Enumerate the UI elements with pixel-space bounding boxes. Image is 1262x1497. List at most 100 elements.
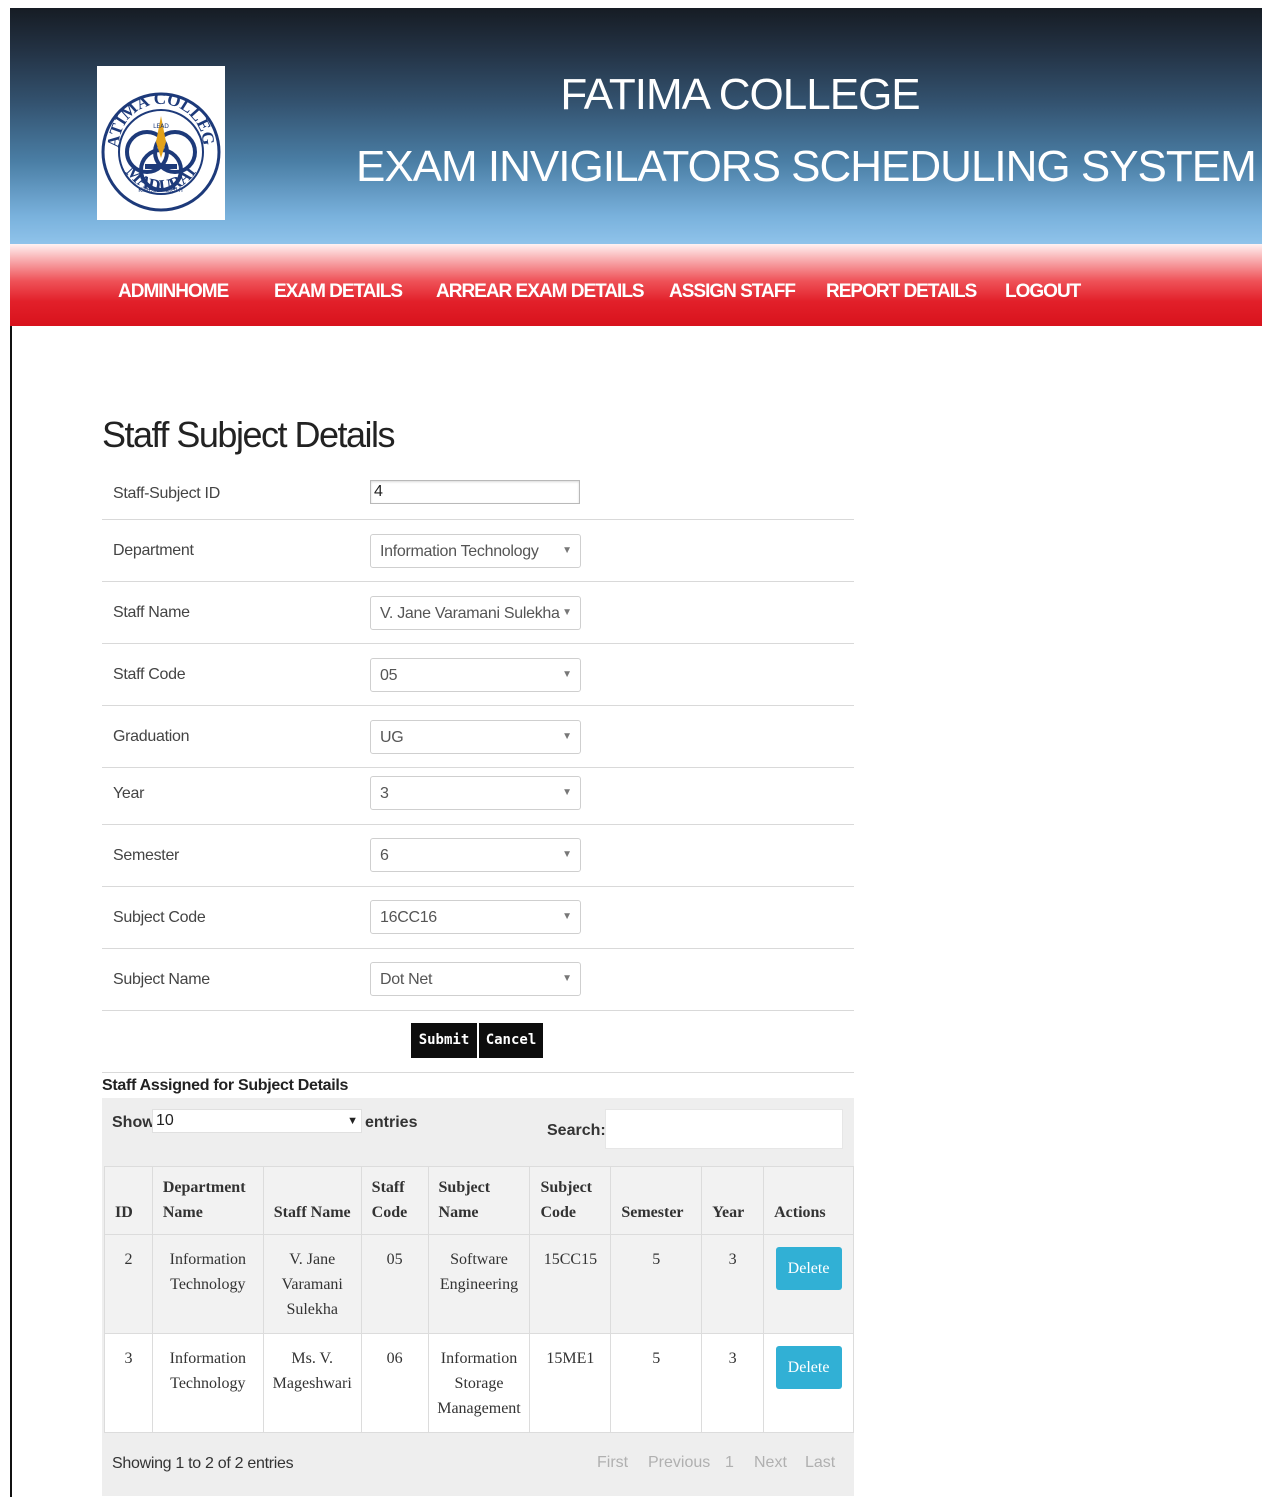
form-row-graduation: Graduation UG ▼ [102,706,854,768]
staff-code-value: 05 [380,667,398,684]
system-name: EXAM INVIGILATORS SCHEDULING SYSTEM [356,142,1257,191]
entries-length-value: 10 [156,1112,174,1129]
chevron-down-icon: ▼ [347,1115,358,1127]
form-row-staff-subject-id: Staff-Subject ID [102,472,854,520]
submit-button[interactable]: Submit [411,1023,477,1058]
column-header-subject-name[interactable]: Subject Name [427,1166,531,1235]
entries-label: entries [365,1114,418,1131]
nav-assign-staff[interactable]: ASSIGN STAFF [669,281,796,303]
column-header-department[interactable]: Department Name [151,1166,264,1235]
chevron-down-icon: ▼ [562,849,572,860]
column-header-actions: Actions [763,1166,854,1235]
delete-button[interactable]: Delete [775,1247,842,1290]
year-select[interactable]: 3 ▼ [370,776,581,810]
column-header-staff-name[interactable]: Staff Name [262,1166,362,1235]
staff-code-select[interactable]: 05 ▼ [370,658,581,692]
page-title: Staff Subject Details [102,414,396,455]
staff-subject-table: ID Department Name Staff Name Staff Code… [104,1166,854,1433]
cell-actions: Delete [763,1333,854,1433]
pagination-page[interactable]: 1 [725,1454,734,1472]
cell-semester: 5 [610,1234,703,1334]
cancel-button[interactable]: Cancel [479,1023,543,1058]
subject-name-label: Subject Name [113,971,210,988]
table-header-row: ID Department Name Staff Name Staff Code… [104,1166,854,1235]
staff-subject-id-label: Staff-Subject ID [113,485,220,502]
college-seal-icon: FATIMA COLLEGE MADURAI LEAD KINDLE · LIG… [97,66,221,212]
pagination-first[interactable]: First [597,1454,628,1472]
staff-name-label: Staff Name [113,604,190,621]
cell-subject-name: Information Storage Management [427,1333,531,1433]
table-row: 3 Information Technology Ms. V. Mageshwa… [104,1333,854,1433]
column-header-id[interactable]: ID [104,1166,153,1235]
cell-subject-code: 15CC15 [529,1234,612,1334]
form-row-subject-code: Subject Code 16CC16 ▼ [102,887,854,949]
nav-report-details[interactable]: REPORT DETAILS [826,281,977,303]
nav-arrear-exam-details[interactable]: ARREAR EXAM DETAILS [436,281,645,303]
main-nav: ADMINHOME EXAM DETAILS ARREAR EXAM DETAI… [10,244,1262,326]
pagination-last[interactable]: Last [805,1454,835,1472]
chevron-down-icon: ▼ [562,787,572,798]
staff-subject-id-input[interactable] [370,480,580,504]
form-row-year: Year 3 ▼ [102,768,854,825]
search-input[interactable] [605,1109,843,1149]
form-row-department: Department Information Technology ▼ [102,520,854,582]
datatable-wrapper: Show 10 ▼ entries Search: ID Department … [102,1098,854,1496]
semester-value: 6 [380,847,389,864]
graduation-select[interactable]: UG ▼ [370,720,581,754]
cell-year: 3 [701,1333,765,1433]
show-label: Show [112,1114,155,1131]
subject-name-value: Dot Net [380,971,433,988]
cell-department: Information Technology [151,1234,264,1334]
chevron-down-icon: ▼ [562,731,572,742]
subject-name-select[interactable]: Dot Net ▼ [370,962,581,996]
nav-logout[interactable]: LOGOUT [1005,281,1081,303]
nav-adminhome[interactable]: ADMINHOME [118,281,229,303]
year-value: 3 [380,785,389,802]
search-label: Search: [547,1122,606,1139]
chevron-down-icon: ▼ [562,911,572,922]
subject-code-select[interactable]: 16CC16 ▼ [370,900,581,934]
department-value: Information Technology [380,543,539,560]
form-row-semester: Semester 6 ▼ [102,825,854,887]
staff-code-label: Staff Code [113,666,186,683]
cell-actions: Delete [763,1234,854,1334]
cell-staff-code: 05 [360,1234,429,1334]
form-row-staff-name: Staff Name V. Jane Varamani Sulekha ▼ [102,582,854,644]
graduation-label: Graduation [113,728,190,745]
chevron-down-icon: ▼ [562,545,572,556]
subject-code-value: 16CC16 [380,909,437,926]
cell-semester: 5 [610,1333,703,1433]
cell-id: 2 [104,1234,153,1334]
department-label: Department [113,542,194,559]
year-label: Year [113,785,145,802]
nav-exam-details[interactable]: EXAM DETAILS [274,281,403,303]
table-info: Showing 1 to 2 of 2 entries [112,1455,294,1472]
column-header-year[interactable]: Year [701,1166,765,1235]
subject-code-label: Subject Code [113,909,206,926]
cell-subject-name: Software Engineering [427,1234,531,1334]
svg-text:LEAD: LEAD [153,123,169,130]
column-header-semester[interactable]: Semester [610,1166,703,1235]
form-row-staff-code: Staff Code 05 ▼ [102,644,854,706]
cell-department: Information Technology [151,1333,264,1433]
cell-year: 3 [701,1234,765,1334]
department-select[interactable]: Information Technology ▼ [370,534,581,568]
delete-button[interactable]: Delete [775,1346,842,1389]
column-header-subject-code[interactable]: Subject Code [529,1166,612,1235]
entries-length-select[interactable]: 10 ▼ [152,1109,362,1133]
form-row-subject-name: Subject Name Dot Net ▼ [102,949,854,1011]
cell-id: 3 [104,1333,153,1433]
semester-label: Semester [113,847,180,864]
section-title: Staff Assigned for Subject Details [102,1077,349,1094]
staff-name-select[interactable]: V. Jane Varamani Sulekha ▼ [370,596,581,630]
table-row: 2 Information Technology V. Jane Varaman… [104,1234,854,1334]
pagination-previous[interactable]: Previous [648,1454,710,1472]
pagination-next[interactable]: Next [754,1454,787,1472]
semester-select[interactable]: 6 ▼ [370,838,581,872]
chevron-down-icon: ▼ [562,669,572,680]
graduation-value: UG [380,729,404,746]
chevron-down-icon: ▼ [562,607,572,618]
chevron-down-icon: ▼ [562,973,572,984]
cell-staff-name: Ms. V. Mageshwari [262,1333,362,1433]
column-header-staff-code[interactable]: Staff Code [360,1166,429,1235]
